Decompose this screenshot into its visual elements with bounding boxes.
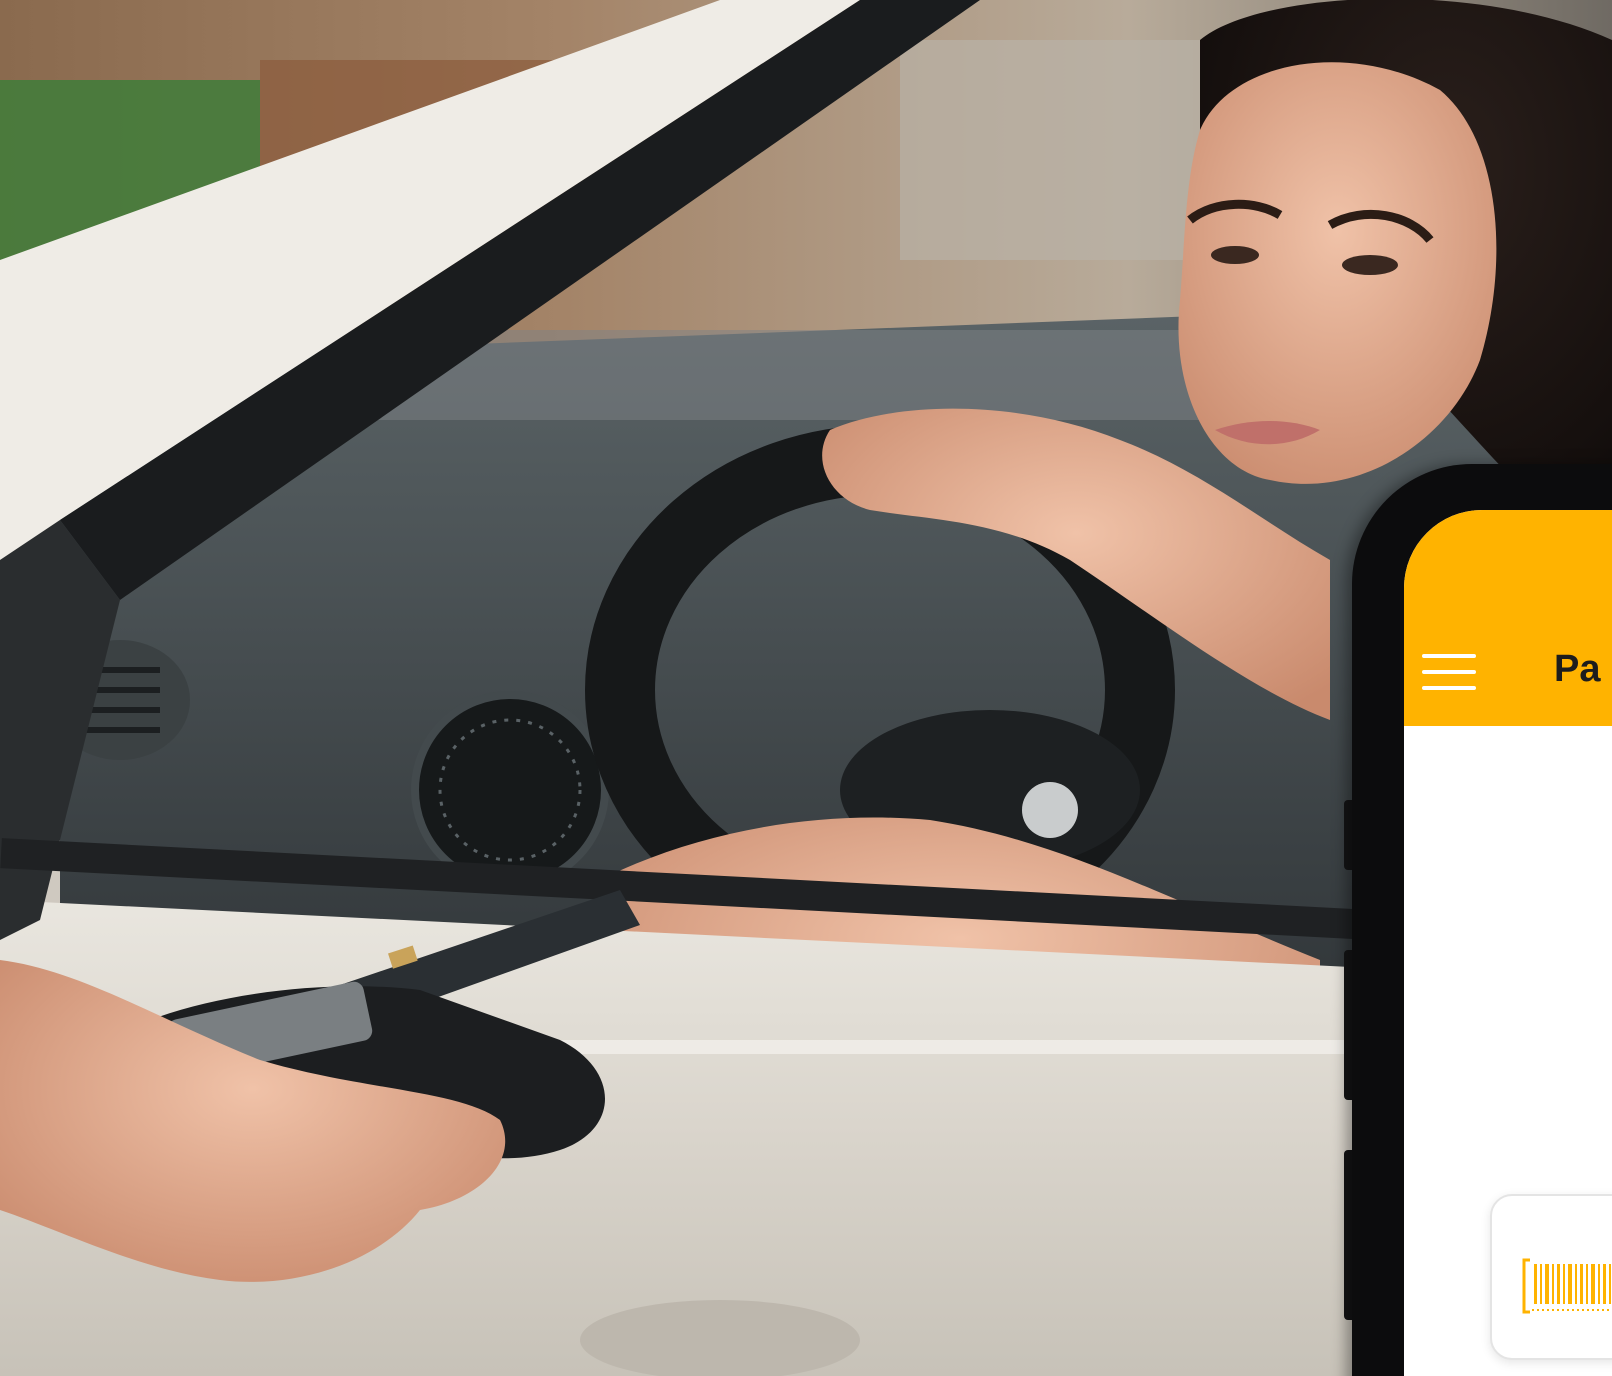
app-header-bar: Pa (1404, 510, 1612, 726)
menu-line (1422, 654, 1476, 658)
hamburger-menu-icon[interactable] (1422, 654, 1476, 690)
scan-barcode-card[interactable] (1490, 1194, 1612, 1360)
promo-scene: Pa (0, 0, 1612, 1376)
app-title: Pa (1554, 648, 1601, 690)
menu-line (1422, 670, 1476, 674)
phone-screen: Pa (1404, 510, 1612, 1376)
menu-line (1422, 686, 1476, 690)
barcode-scan-icon (1522, 1258, 1612, 1314)
